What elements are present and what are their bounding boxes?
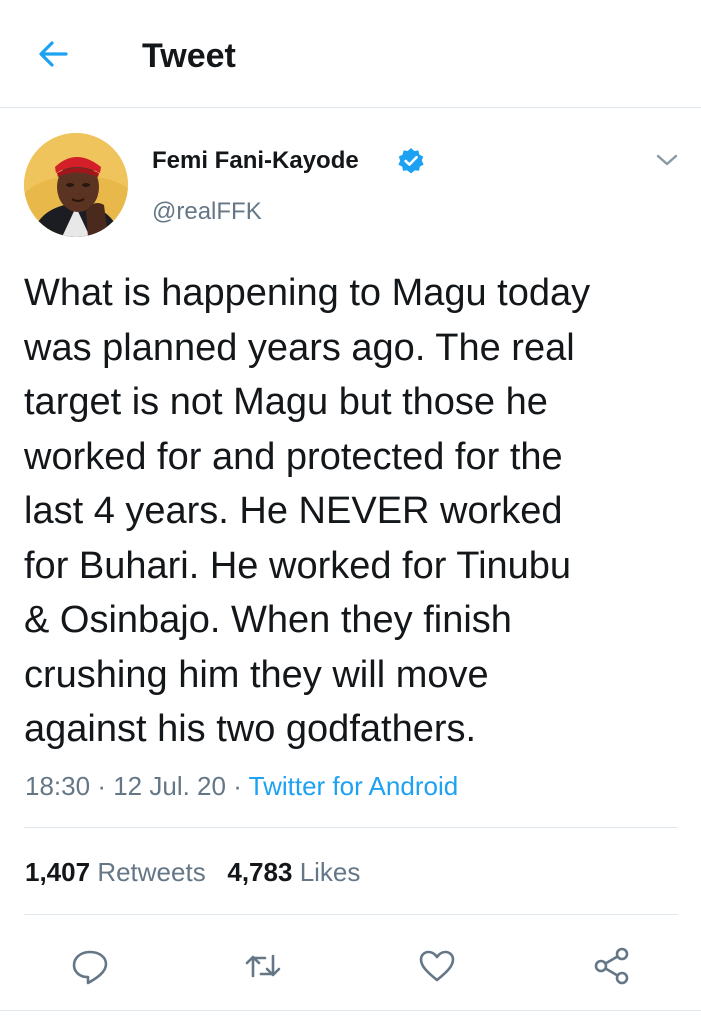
retweet-button[interactable] [243, 946, 283, 986]
tweet-actions [0, 938, 701, 990]
page-title: Tweet [142, 37, 236, 75]
retweets-count: 1,407 [25, 857, 91, 887]
share-icon [594, 947, 629, 985]
author-handle[interactable]: @realFFK [152, 197, 262, 227]
retweet-icon [245, 954, 281, 978]
tweet-date: 12 Jul. 20 [113, 771, 226, 801]
reply-button[interactable] [70, 946, 110, 986]
tweet-stats: 1,407 Retweets 4,783 Likes [25, 856, 360, 888]
divider [24, 827, 678, 828]
avatar[interactable] [24, 133, 128, 237]
tweet-text: What is happening to Magu today was plan… [24, 272, 591, 750]
divider [0, 1010, 701, 1011]
chevron-down-icon [656, 154, 678, 166]
divider [24, 914, 678, 915]
tweet-time: 18:30 [25, 771, 91, 801]
likes-label: Likes [299, 857, 361, 887]
verified-badge-icon [398, 148, 424, 174]
tweet-metadata: 18:30 · 12 Jul. 20 · Twitter for Android [25, 770, 458, 802]
tweet-menu-button[interactable] [654, 150, 680, 170]
top-bar: Tweet [0, 0, 701, 108]
likes-count: 4,783 [227, 857, 293, 887]
like-button[interactable] [417, 946, 457, 986]
avatar-image [24, 133, 128, 237]
meta-separator: · [97, 771, 106, 801]
retweets-label: Retweets [97, 857, 206, 887]
meta-separator: · [233, 771, 242, 801]
reply-icon [72, 950, 108, 985]
retweets-stat[interactable]: 1,407 Retweets [25, 857, 206, 887]
back-button[interactable] [36, 38, 72, 70]
arrow-left-icon [39, 41, 68, 67]
heart-icon [419, 950, 455, 982]
author-name[interactable]: Femi Fani-Kayode [152, 146, 359, 176]
likes-stat[interactable]: 4,783 Likes [227, 857, 360, 887]
tweet-source-link[interactable]: Twitter for Android [249, 771, 459, 801]
share-button[interactable] [592, 946, 632, 986]
